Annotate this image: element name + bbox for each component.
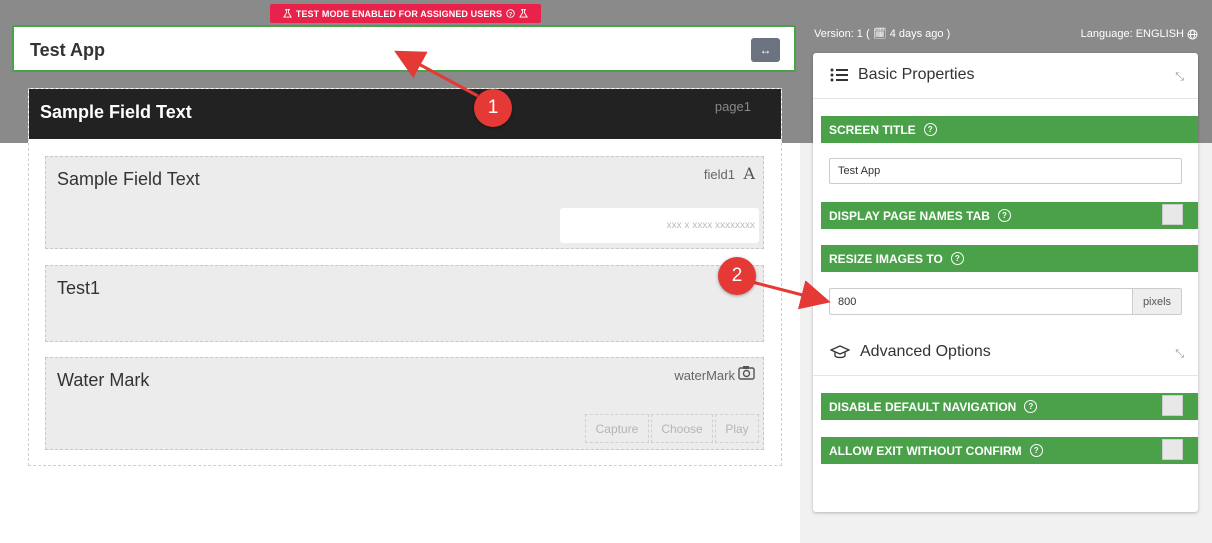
display-page-names-bar: DISPLAY PAGE NAMES TAB ?	[821, 202, 1198, 229]
help-icon[interactable]: ?	[950, 252, 964, 265]
advanced-options-header[interactable]: Advanced Options	[830, 343, 991, 361]
graduation-cap-icon	[830, 345, 850, 359]
collapse-icon[interactable]: ⤡	[1175, 71, 1184, 84]
allow-exit-checkbox[interactable]	[1162, 439, 1183, 460]
page-header[interactable]: Sample Field Text page1	[29, 89, 781, 139]
screen-title-label: SCREEN TITLE	[829, 122, 916, 137]
help-icon[interactable]: ?	[1024, 400, 1038, 413]
field-label: Test1	[57, 278, 101, 298]
field-text-input[interactable]: xxx x xxxx xxxxxxxx	[560, 208, 759, 243]
disable-navigation-checkbox[interactable]	[1162, 395, 1183, 416]
allow-exit-label: ALLOW EXIT WITHOUT CONFIRM	[829, 443, 1022, 458]
language-label: Language: ENGLISH	[1080, 28, 1184, 40]
globe-icon	[1187, 29, 1198, 39]
field-label: Sample Field Text	[57, 169, 200, 189]
resize-images-input[interactable]: 800	[829, 288, 1132, 315]
page-card[interactable]: Sample Field Text page1 Sample Field Tex…	[28, 88, 782, 466]
field-sample-text[interactable]: Sample Field Text field1 A xxx x xxxx xx…	[45, 156, 764, 249]
flask-icon	[519, 9, 529, 18]
resize-images-input-group: 800 pixels	[829, 288, 1182, 315]
divider	[813, 98, 1198, 99]
play-button[interactable]: Play	[715, 414, 759, 443]
test-mode-text: TEST MODE ENABLED FOR ASSIGNED USERS	[295, 8, 503, 19]
screen-title-bar: SCREEN TITLE ?	[821, 116, 1198, 143]
help-icon[interactable]: ?	[923, 123, 937, 136]
resize-images-label: RESIZE IMAGES TO	[829, 251, 943, 266]
camera-icon	[738, 365, 755, 385]
page-tag: page1	[714, 99, 751, 114]
basic-properties-header[interactable]: Basic Properties	[830, 66, 975, 84]
properties-panel: Basic Properties ⤡ SCREEN TITLE ? Test A…	[813, 53, 1198, 512]
allow-exit-bar: ALLOW EXIT WITHOUT CONFIRM ?	[821, 437, 1198, 464]
collapse-icon[interactable]: ⤡	[1175, 348, 1184, 361]
field-tag: waterMark	[674, 368, 735, 383]
field-test1[interactable]: Test1 tes	[45, 265, 764, 342]
list-icon	[830, 68, 848, 82]
resize-images-bar: RESIZE IMAGES TO ?	[821, 245, 1198, 272]
help-icon[interactable]: ?	[997, 209, 1011, 222]
app-header: Test App ↔	[12, 25, 796, 72]
field-tag: field1	[703, 167, 735, 182]
annotation-marker-2: 2	[718, 257, 756, 295]
basic-properties-title: Basic Properties	[858, 66, 975, 83]
expand-width-button[interactable]: ↔	[751, 38, 780, 62]
display-page-names-label: DISPLAY PAGE NAMES TAB	[829, 208, 990, 223]
app-title: Test App	[30, 40, 105, 60]
flask-icon	[282, 9, 292, 18]
test-mode-banner: TEST MODE ENABLED FOR ASSIGNED USERS ?	[270, 4, 541, 23]
language-selector[interactable]: Language: ENGLISH	[1081, 28, 1198, 40]
choose-button[interactable]: Choose	[651, 414, 713, 443]
expand-icon: ↔	[759, 43, 772, 57]
pixels-addon: pixels	[1132, 288, 1182, 315]
field-label: Water Mark	[57, 370, 150, 390]
help-icon[interactable]: ?	[1029, 444, 1043, 457]
disable-navigation-label: DISABLE DEFAULT NAVIGATION	[829, 399, 1017, 414]
display-page-names-checkbox[interactable]	[1162, 204, 1183, 225]
question-icon: ?	[506, 9, 515, 18]
capture-button[interactable]: Capture	[585, 414, 649, 443]
text-type-icon: A	[743, 164, 755, 183]
annotation-marker-1: 1	[474, 89, 512, 127]
screen-title-input[interactable]: Test App	[829, 158, 1182, 184]
media-buttons: Capture Choose Play	[585, 414, 759, 443]
version-info: Version: 1 ( 🗓 4 days ago )	[814, 28, 951, 40]
disable-navigation-bar: DISABLE DEFAULT NAVIGATION ?	[821, 393, 1198, 420]
advanced-options-title: Advanced Options	[860, 343, 991, 360]
svg-text:?: ?	[509, 12, 512, 18]
divider	[813, 375, 1198, 376]
page-header-title: Sample Field Text	[40, 102, 192, 122]
field-watermark[interactable]: Water Mark waterMark Capture Choose Play	[45, 357, 764, 450]
